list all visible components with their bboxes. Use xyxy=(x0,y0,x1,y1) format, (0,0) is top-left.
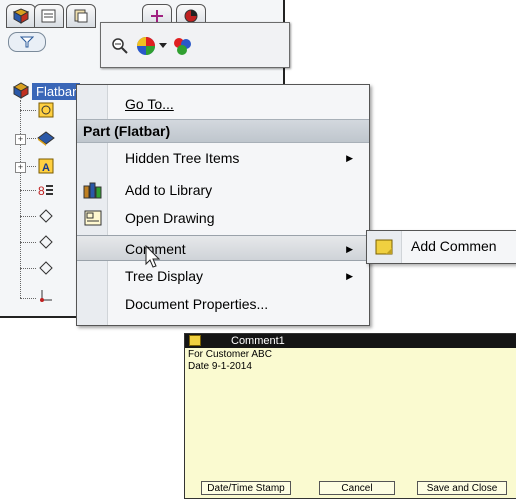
menu-section-header: Part (Flatbar) xyxy=(77,119,369,143)
tree-filter-button[interactable] xyxy=(8,32,46,52)
menu-item-hidden-tree-items[interactable]: Hidden Tree Items ▶ xyxy=(77,145,369,171)
comment-submenu: Add Commen xyxy=(366,230,516,264)
plane-icon xyxy=(39,235,53,249)
configuration-manager-tab[interactable] xyxy=(66,4,96,28)
menu-item-tree-display[interactable]: Tree Display ▶ xyxy=(77,263,369,289)
mouse-cursor-icon xyxy=(145,245,161,268)
comment-window: Comment1 For Customer ABC Date 9-1-2014 … xyxy=(184,333,516,499)
comment-title: Comment1 xyxy=(231,335,285,347)
appearance-icon[interactable] xyxy=(135,35,157,57)
feature-manager-icon xyxy=(12,8,30,24)
menu-item-label: Tree Display xyxy=(125,268,204,284)
zoom-to-selection-icon[interactable] xyxy=(111,37,129,55)
property-manager-icon xyxy=(41,9,56,23)
comment-text-area[interactable]: For Customer ABC Date 9-1-2014 xyxy=(188,349,272,373)
plane-icon xyxy=(39,261,53,275)
context-menu: Go To... Part (Flatbar) Hidden Tree Item… xyxy=(76,84,370,326)
solid-bodies-icon xyxy=(37,131,55,146)
date-time-stamp-button[interactable]: Date/Time Stamp xyxy=(201,481,291,495)
annotations-icon: A xyxy=(38,158,54,174)
cancel-button[interactable]: Cancel xyxy=(319,481,395,495)
expand-toggle[interactable]: + xyxy=(15,134,26,145)
svg-text:A: A xyxy=(42,162,50,174)
feature-manager-tab[interactable] xyxy=(6,4,36,28)
menu-item-label: Add Commen xyxy=(411,238,497,254)
comment-note-icon xyxy=(375,239,393,255)
filter-icon xyxy=(20,36,34,48)
menu-item-document-properties[interactable]: Document Properties... xyxy=(77,291,369,317)
menu-item-go-to[interactable]: Go To... xyxy=(77,91,369,117)
menu-item-label: Document Properties... xyxy=(125,296,269,312)
context-icon-toolbar xyxy=(100,22,290,68)
menu-item-add-to-library[interactable]: Add to Library xyxy=(77,177,369,203)
menu-item-add-comment[interactable]: Add Commen xyxy=(367,231,516,263)
sensors-icon xyxy=(38,102,54,118)
menu-item-label: Add to Library xyxy=(125,182,213,198)
menu-item-label: Go To... xyxy=(125,96,174,112)
menu-item-label: Open Drawing xyxy=(125,210,215,226)
configuration-manager-icon xyxy=(74,9,88,23)
origin-icon xyxy=(40,290,52,302)
expand-toggle[interactable]: + xyxy=(15,162,26,173)
comment-line: For Customer ABC xyxy=(188,349,272,360)
save-and-close-button[interactable]: Save and Close xyxy=(417,481,507,495)
submenu-arrow-icon: ▶ xyxy=(346,153,353,163)
property-manager-tab[interactable] xyxy=(34,4,64,28)
drawing-icon xyxy=(84,210,102,226)
submenu-arrow-icon: ▶ xyxy=(346,244,353,254)
add-to-library-icon xyxy=(83,182,102,199)
comment-line: Date 9-1-2014 xyxy=(188,361,252,372)
submenu-arrow-icon: ▶ xyxy=(346,271,353,281)
comment-titlebar[interactable]: Comment1 xyxy=(185,334,516,348)
part-icon xyxy=(12,82,30,99)
dropdown-arrow-icon[interactable] xyxy=(159,43,167,49)
svg-text:8: 8 xyxy=(38,184,45,198)
menu-item-comment[interactable]: Comment ▶ xyxy=(77,235,369,261)
tree-root-part[interactable]: Flatbar xyxy=(32,83,81,100)
menu-header-label: Part (Flatbar) xyxy=(83,123,171,139)
plane-icon xyxy=(39,209,53,223)
color-scheme-icon[interactable] xyxy=(171,35,193,57)
equations-icon: 8 xyxy=(38,184,53,198)
menu-item-open-drawing[interactable]: Open Drawing xyxy=(77,205,369,231)
comment-note-icon xyxy=(189,335,201,346)
menu-item-label: Hidden Tree Items xyxy=(125,150,240,166)
